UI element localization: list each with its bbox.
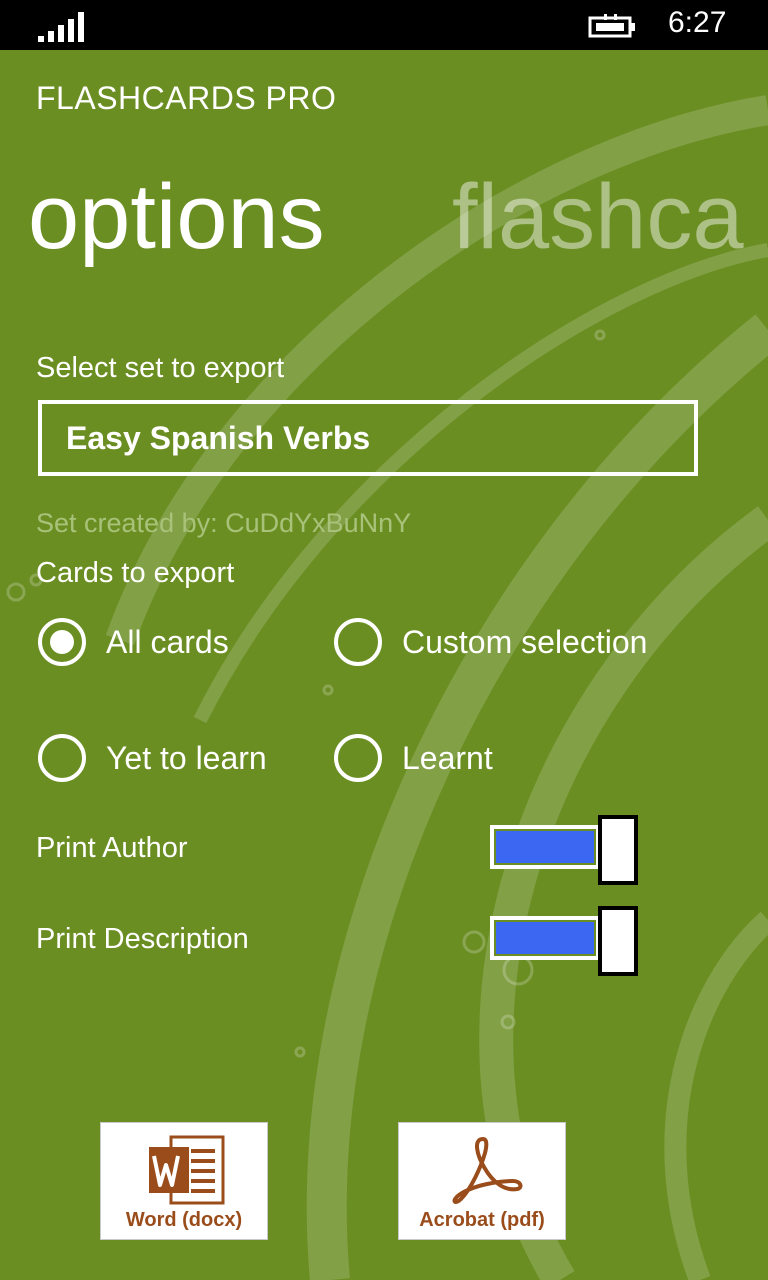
cards-to-export-label: Cards to export <box>36 557 235 589</box>
toggle-fill <box>496 922 594 954</box>
clock: 6:27 <box>668 6 727 39</box>
acrobat-pdf-icon <box>452 1137 523 1204</box>
radio-selected-dot <box>50 630 74 654</box>
status-bar: 6:27 <box>0 0 768 50</box>
export-acrobat-label: Acrobat (pdf) <box>419 1209 545 1231</box>
toggle-thumb[interactable] <box>598 815 638 885</box>
export-acrobat-button[interactable]: Acrobat (pdf) <box>398 1122 566 1240</box>
word-document-icon <box>149 1135 225 1205</box>
toggle-fill <box>496 831 594 863</box>
radio-label-all-cards[interactable]: All cards <box>106 624 229 661</box>
radio-custom-selection[interactable] <box>334 618 382 666</box>
radio-learnt[interactable] <box>334 734 382 782</box>
export-word-label: Word (docx) <box>125 1209 243 1231</box>
select-set-label: Select set to export <box>36 352 285 384</box>
print-author-label: Print Author <box>36 832 188 864</box>
pivot-item-options[interactable]: options <box>28 162 325 272</box>
radio-label-yet-to-learn[interactable]: Yet to learn <box>106 740 267 777</box>
selected-set-value: Easy Spanish Verbs <box>66 420 371 456</box>
radio-label-custom-selection[interactable]: Custom selection <box>402 624 647 661</box>
radio-label-learnt[interactable]: Learnt <box>402 740 493 777</box>
pivot-item-flashcards[interactable]: flashca <box>452 162 744 272</box>
set-author-text: Set created by: CuDdYxBuNnY <box>36 508 412 538</box>
toggle-thumb[interactable] <box>598 906 638 976</box>
set-select-box[interactable]: Easy Spanish Verbs <box>38 400 698 476</box>
export-word-button[interactable]: Word (docx) <box>100 1122 268 1240</box>
app-title: FLASHCARDS PRO <box>36 80 337 116</box>
radio-all-cards[interactable] <box>38 618 86 666</box>
print-description-label: Print Description <box>36 923 249 955</box>
radio-yet-to-learn[interactable] <box>38 734 86 782</box>
print-description-toggle[interactable] <box>490 906 638 976</box>
signal-bars-icon <box>38 12 84 42</box>
battery-charging-icon <box>588 14 635 38</box>
print-author-toggle[interactable] <box>490 815 638 885</box>
